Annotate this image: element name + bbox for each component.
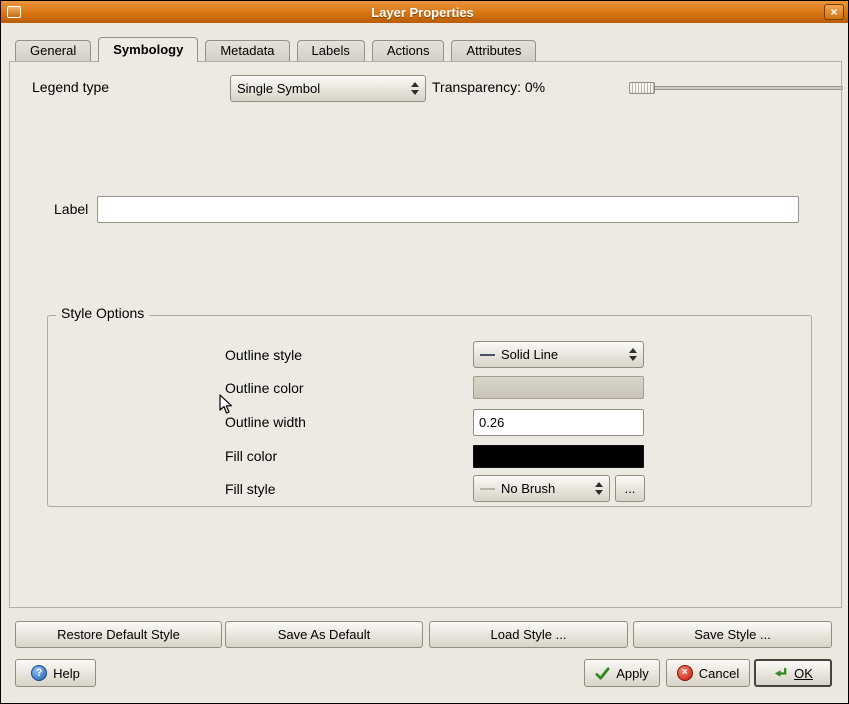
close-icon: × [830,6,837,18]
no-brush-icon [480,488,495,490]
tab-attributes[interactable]: Attributes [451,40,536,61]
tab-symbology[interactable]: Symbology [98,37,198,62]
layer-properties-dialog: Layer Properties × General Symbology Met… [0,0,849,704]
save-style-button[interactable]: Save Style ... [633,621,832,648]
tab-labels[interactable]: Labels [297,40,365,61]
help-icon: ? [31,665,47,681]
outline-style-label: Outline style [225,347,302,363]
combobox-arrows-icon [407,82,419,95]
transparency-label: Transparency: 0% [432,79,545,95]
slider-handle[interactable] [629,82,655,94]
close-button[interactable]: × [824,4,844,20]
tab-general[interactable]: General [15,40,91,61]
fill-color-label: Fill color [225,448,277,464]
fill-style-combobox[interactable]: No Brush [473,475,610,502]
help-button[interactable]: ? Help [15,659,96,687]
tab-metadata[interactable]: Metadata [205,40,289,61]
load-style-button[interactable]: Load Style ... [429,621,628,648]
legend-type-combobox[interactable]: Single Symbol [230,75,426,102]
transparency-slider[interactable] [629,82,843,94]
style-options-title: Style Options [56,305,149,321]
cancel-button[interactable]: × Cancel [666,659,750,687]
apply-button-label: Apply [616,666,649,681]
fill-style-more-button[interactable]: ... [615,475,645,502]
slider-track [629,86,843,90]
fill-style-label: Fill style [225,481,276,497]
outline-width-input[interactable] [474,410,644,435]
combobox-arrows-icon [591,482,603,495]
titlebar[interactable]: Layer Properties × [1,1,848,23]
outline-color-label: Outline color [225,380,304,396]
ok-enter-arrow-icon [773,666,788,681]
style-options-group: Style Options Outline style Solid Line O… [47,315,812,507]
apply-check-icon [595,666,610,681]
cancel-icon: × [677,665,693,681]
outline-width-spinbox[interactable] [473,409,644,436]
fill-color-button[interactable] [473,445,644,468]
window-icon [7,6,21,18]
restore-default-style-button[interactable]: Restore Default Style [15,621,222,648]
outline-style-combobox[interactable]: Solid Line [473,341,644,368]
save-as-default-button[interactable]: Save As Default [225,621,423,648]
symbology-panel: Legend type Single Symbol Transparency: … [9,61,842,608]
outline-color-button[interactable] [473,376,644,399]
ok-button-label: OK [794,666,813,681]
help-button-label: Help [53,666,80,681]
outline-width-label: Outline width [225,414,306,430]
apply-button[interactable]: Apply [584,659,660,687]
ok-button[interactable]: OK [754,659,832,687]
window-title: Layer Properties [21,5,824,20]
outline-style-value: Solid Line [501,347,619,362]
label-input[interactable] [97,196,799,223]
legend-type-value: Single Symbol [237,81,401,96]
tab-actions[interactable]: Actions [372,40,445,61]
tab-bar: General Symbology Metadata Labels Action… [15,37,536,62]
combobox-arrows-icon [625,348,637,361]
fill-style-value: No Brush [501,481,585,496]
label-field-label: Label [54,201,88,217]
solid-line-icon [480,354,495,356]
cancel-button-label: Cancel [699,666,739,681]
legend-type-label: Legend type [32,79,109,95]
